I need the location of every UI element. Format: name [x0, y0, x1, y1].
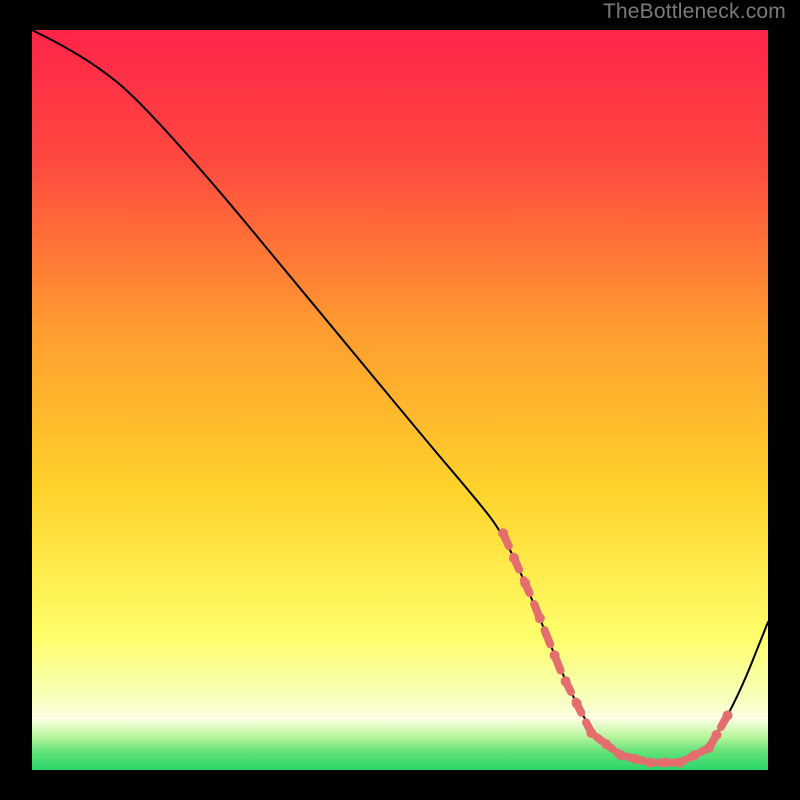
- highlight-dot: [660, 758, 670, 768]
- highlight-dot: [572, 698, 582, 708]
- highlight-dot: [561, 676, 571, 686]
- highlight-dot: [689, 750, 699, 760]
- chart-svg: [32, 30, 768, 770]
- highlight-dot: [550, 650, 560, 660]
- highlight-dot: [535, 613, 545, 623]
- highlight-dot: [704, 743, 714, 753]
- highlight-dot: [631, 754, 641, 764]
- highlight-dot: [520, 578, 530, 588]
- highlight-dot: [711, 730, 721, 740]
- chart-frame: TheBottleneck.com: [0, 0, 800, 800]
- gradient-background: [32, 30, 768, 770]
- highlight-dot: [498, 528, 508, 538]
- highlight-dash: [545, 630, 551, 644]
- highlight-dot: [586, 728, 596, 738]
- highlight-dot: [723, 710, 733, 720]
- highlight-dash: [596, 737, 602, 741]
- highlight-dot: [645, 758, 655, 768]
- attribution-text: TheBottleneck.com: [603, 0, 786, 24]
- highlight-dot: [616, 750, 626, 760]
- highlight-dot: [675, 758, 685, 768]
- highlight-dot: [509, 553, 519, 563]
- highlight-dot: [601, 739, 611, 749]
- plot-area: [32, 30, 768, 770]
